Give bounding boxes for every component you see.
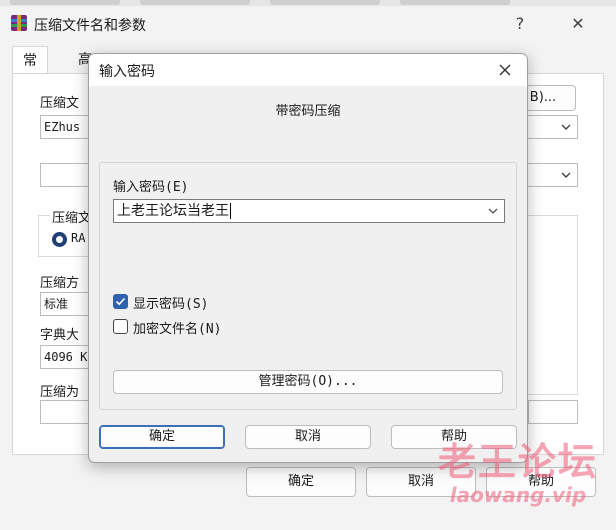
split-field-right[interactable] xyxy=(528,400,578,424)
dictionary-label: 字典大 xyxy=(40,328,80,343)
checkbox-checked-icon xyxy=(113,294,128,309)
checkmark-icon xyxy=(115,297,126,306)
parent-ok-button[interactable]: 确定 xyxy=(246,467,356,497)
parent-cancel-label: 取消 xyxy=(407,474,434,489)
password-label: 输入密码(E) xyxy=(113,180,189,195)
show-password-label: 显示密码(S) xyxy=(133,297,209,312)
manage-passwords-label: 管理密码(O)... xyxy=(258,374,358,389)
help-button[interactable]: 帮助 xyxy=(391,425,517,449)
cancel-button[interactable]: 取消 xyxy=(245,425,371,449)
encrypt-filenames-label: 加密文件名(N) xyxy=(133,322,222,337)
format-radio-label: RA xyxy=(71,231,86,245)
help-icon[interactable]: ? xyxy=(508,13,532,35)
method-value: 标准 xyxy=(44,297,69,311)
password-dialog-title: 输入密码 xyxy=(99,64,155,80)
manage-passwords-button[interactable]: 管理密码(O)... xyxy=(113,370,503,394)
password-input[interactable]: 上老王论坛当老王 xyxy=(113,199,505,223)
parent-help-button[interactable]: 帮助 xyxy=(486,467,596,497)
close-icon[interactable]: ✕ xyxy=(566,13,590,35)
encrypt-filenames-checkbox[interactable]: 加密文件名(N) xyxy=(113,318,273,338)
archive-name-label: 压缩文 xyxy=(40,96,80,111)
close-x-glyph xyxy=(499,64,511,76)
parent-ok-label: 确定 xyxy=(287,474,314,489)
parent-title-bar: 压缩文件名和参数 ? ✕ xyxy=(0,6,616,40)
split-field[interactable] xyxy=(40,400,90,424)
options-groupbox xyxy=(528,215,578,395)
radio-selected-icon xyxy=(52,232,67,247)
password-dialog-titlebar: 输入密码 xyxy=(89,54,527,86)
dictionary-combo[interactable]: 4096 K xyxy=(40,345,90,369)
parent-help-label: 帮助 xyxy=(527,474,554,489)
format-radio-rar[interactable]: RA xyxy=(52,231,88,248)
ok-label: 确定 xyxy=(148,429,175,444)
password-value: 上老王论坛当老王 xyxy=(117,203,229,219)
close-icon[interactable] xyxy=(493,58,517,82)
ok-button[interactable]: 确定 xyxy=(99,425,225,449)
chevron-down-icon xyxy=(561,172,571,178)
help-label: 帮助 xyxy=(440,429,467,444)
winrar-app-icon xyxy=(11,15,27,31)
parent-title: 压缩文件名和参数 xyxy=(34,18,146,34)
method-label: 压缩方 xyxy=(40,276,80,291)
archive-name-value: EZhus xyxy=(44,120,81,134)
cancel-label: 取消 xyxy=(294,429,321,444)
split-label: 压缩为 xyxy=(40,385,80,400)
chevron-down-icon[interactable] xyxy=(486,204,500,218)
password-dialog-heading: 带密码压缩 xyxy=(275,104,341,119)
dictionary-value: 4096 K xyxy=(44,350,88,364)
text-cursor xyxy=(230,203,231,219)
method-combo[interactable]: 标准 xyxy=(40,292,90,316)
parent-cancel-button[interactable]: 取消 xyxy=(366,467,476,497)
format-group-label: 压缩文 xyxy=(50,207,94,226)
chevron-down-icon xyxy=(561,124,571,130)
password-dialog: 输入密码 带密码压缩 输入密码(E) 上老王论坛当老王 显示密码(S) 加密文件… xyxy=(88,53,528,463)
tab-general[interactable]: 常规 xyxy=(12,46,48,97)
show-password-checkbox[interactable]: 显示密码(S) xyxy=(113,293,273,313)
browse-button-label: B)... xyxy=(529,90,557,105)
checkbox-unchecked-icon xyxy=(113,319,128,334)
